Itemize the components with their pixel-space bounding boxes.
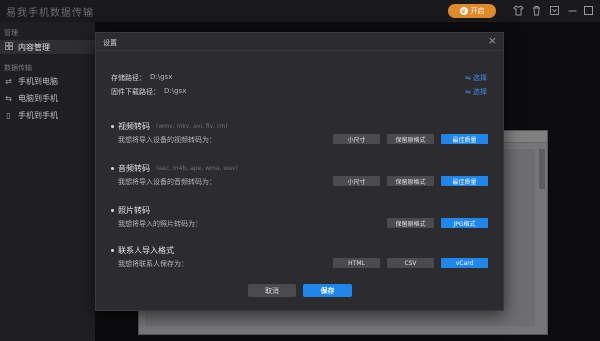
dialog-divider bbox=[96, 50, 503, 51]
sidebar-item-label: 手机到手机 bbox=[18, 110, 58, 120]
photo-option-original[interactable]: 保留原格式 bbox=[387, 218, 434, 228]
sidebar: 管理 内容管理 数据传输 ⇄ 手机到电脑 ⇆ 电脑到手机 ▯ 手机到手机 bbox=[0, 22, 95, 341]
menu-icon[interactable] bbox=[548, 4, 560, 16]
photo-section: 照片转码 我想将导入的照片转码为： 保留原格式 JPG格式 bbox=[111, 205, 491, 235]
audio-section-title: 音频转码 bbox=[118, 164, 150, 173]
sidebar-item-label: 手机到电脑 bbox=[18, 76, 58, 86]
bullet-icon bbox=[111, 249, 114, 252]
sidebar-item-pc-to-phone[interactable]: ⇆ 电脑到手机 bbox=[0, 91, 95, 105]
phone-to-pc-icon: ⇄ bbox=[5, 76, 12, 86]
shirt-icon[interactable] bbox=[512, 4, 524, 16]
sidebar-section-transfer: 数据传输 bbox=[4, 64, 32, 72]
audio-option-best[interactable]: 最佳质量 bbox=[441, 176, 488, 186]
delete-icon[interactable] bbox=[530, 4, 542, 16]
app-window: 易我手机数据传输 ♛ 开启 管理 内容管理 数据传输 ⇄ 手机到电脑 ⇆ 电脑到… bbox=[0, 0, 600, 341]
sidebar-section-manage: 管理 bbox=[4, 29, 18, 37]
firmware-path-row: 固件下载路径： D:\gsx bbox=[111, 87, 186, 97]
link-icon: ⇋ bbox=[465, 74, 471, 82]
bullet-icon bbox=[111, 209, 114, 212]
phone-to-phone-icon: ▯ bbox=[6, 110, 11, 120]
video-formats: (wmv, mkv, avi, flv, rm) bbox=[156, 123, 228, 130]
app-title: 易我手机数据传输 bbox=[6, 8, 94, 19]
pc-to-phone-icon: ⇆ bbox=[5, 93, 12, 103]
choose-label: 选择 bbox=[472, 88, 487, 96]
firmware-path-value: D:\gsx bbox=[164, 87, 187, 95]
sidebar-item-label: 电脑到手机 bbox=[18, 93, 58, 103]
storage-choose-button[interactable]: ⇋ 选择 bbox=[465, 73, 487, 83]
audio-option-original[interactable]: 保留原格式 bbox=[387, 176, 434, 186]
settings-dialog: 设置 × 存储路径： D:\gsx ⇋ 选择 固件下载路径： D:\gsx ⇋ … bbox=[95, 32, 504, 311]
sidebar-item-content-manage[interactable]: 内容管理 bbox=[0, 40, 95, 54]
photo-option-jpg[interactable]: JPG格式 bbox=[441, 218, 488, 228]
photo-description: 我想将导入的照片转码为： bbox=[118, 220, 202, 228]
minimize-icon[interactable] bbox=[566, 4, 578, 16]
choose-label: 选择 bbox=[472, 74, 487, 82]
audio-formats: (aac, m4b, ape, wma, wav) bbox=[156, 165, 238, 172]
contacts-section: 联系人导入格式 我想将联系人保存为： HTML CSV vCard bbox=[111, 245, 491, 275]
firmware-choose-button[interactable]: ⇋ 选择 bbox=[465, 87, 487, 97]
photo-section-title: 照片转码 bbox=[118, 206, 150, 215]
maximize-icon[interactable] bbox=[582, 4, 594, 16]
grid-icon bbox=[4, 42, 13, 52]
sidebar-item-phone-to-phone[interactable]: ▯ 手机到手机 bbox=[0, 108, 95, 122]
firmware-path-label: 固件下载路径： bbox=[111, 88, 160, 96]
bullet-icon bbox=[111, 125, 114, 128]
video-description: 我想将导入设备的视频转码为： bbox=[118, 136, 216, 144]
storage-path-label: 存储路径： bbox=[111, 74, 146, 82]
video-option-original[interactable]: 保留原格式 bbox=[387, 134, 434, 144]
contacts-option-vcard[interactable]: vCard bbox=[441, 258, 488, 268]
dialog-title: 设置 bbox=[103, 39, 117, 47]
audio-option-small[interactable]: 小尺寸 bbox=[333, 176, 380, 186]
storage-path-row: 存储路径： D:\gsx bbox=[111, 73, 172, 83]
title-bar: 易我手机数据传输 ♛ 开启 bbox=[0, 0, 600, 22]
link-icon: ⇋ bbox=[465, 88, 471, 96]
video-section: 视频转码 (wmv, mkv, avi, flv, rm) 我想将导入设备的视频… bbox=[111, 121, 491, 151]
storage-path-value: D:\gsx bbox=[150, 73, 173, 81]
close-icon[interactable]: × bbox=[488, 35, 497, 46]
audio-description: 我想将导入设备的音频转码为： bbox=[118, 178, 216, 186]
video-option-small[interactable]: 小尺寸 bbox=[333, 134, 380, 144]
sidebar-item-phone-to-pc[interactable]: ⇄ 手机到电脑 bbox=[0, 74, 95, 88]
contacts-option-html[interactable]: HTML bbox=[333, 258, 380, 268]
audio-section: 音频转码 (aac, m4b, ape, wma, wav) 我想将导入设备的音… bbox=[111, 163, 491, 193]
crown-icon: ♛ bbox=[459, 7, 468, 15]
video-section-title: 视频转码 bbox=[118, 122, 150, 131]
contacts-option-csv[interactable]: CSV bbox=[387, 258, 434, 268]
cancel-button[interactable]: 取消 bbox=[248, 284, 296, 297]
video-option-best[interactable]: 最佳质量 bbox=[441, 134, 488, 144]
save-button[interactable]: 保存 bbox=[303, 284, 352, 297]
contacts-section-title: 联系人导入格式 bbox=[118, 246, 174, 255]
open-button-label: 开启 bbox=[470, 7, 485, 15]
sidebar-item-label: 内容管理 bbox=[18, 42, 50, 52]
open-button[interactable]: ♛ 开启 bbox=[448, 4, 496, 18]
bullet-icon bbox=[111, 167, 114, 170]
contacts-description: 我想将联系人保存为： bbox=[118, 260, 188, 268]
